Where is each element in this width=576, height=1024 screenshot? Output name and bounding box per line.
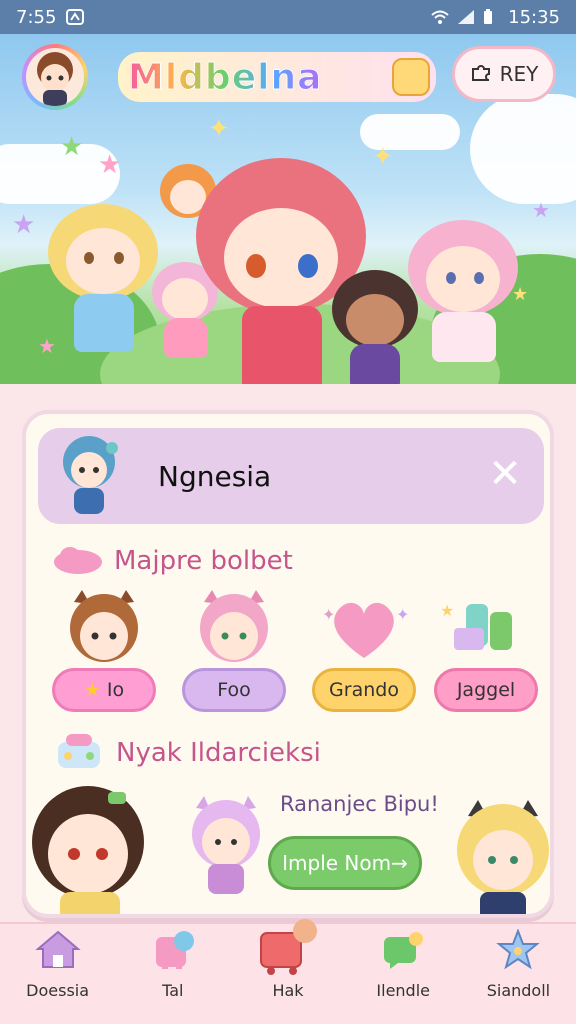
- nav-label: Ilendle: [376, 981, 430, 1000]
- category-label: Grando: [329, 679, 399, 701]
- search-avatar: [54, 434, 124, 518]
- brown-cat-character: [54, 590, 154, 664]
- star-decoration: ★: [532, 198, 550, 222]
- svg-text:✦: ✦: [322, 605, 335, 624]
- wifi-icon: [430, 9, 449, 25]
- character-brown-hair: [26, 780, 166, 914]
- status-bar: 7:55 15:35: [0, 0, 576, 34]
- rey-button-label: REY: [499, 62, 539, 86]
- nav-label: Doessia: [26, 981, 90, 1000]
- star-decoration: ★: [60, 132, 84, 162]
- star-decoration: ★: [12, 210, 36, 240]
- app-logo: Mldbelna: [118, 52, 436, 102]
- star-decoration: ✦: [372, 142, 394, 172]
- nav-label: Siandoll: [486, 981, 551, 1000]
- star-decoration: ★: [98, 150, 122, 180]
- chat-icon: [380, 929, 426, 971]
- signal-icon: [456, 9, 475, 25]
- promo-text: Rananjec Bipu!: [280, 792, 439, 816]
- pet-icon: [150, 929, 196, 971]
- category-item[interactable]: ★ Jaggel: [430, 590, 542, 712]
- cloud-icon: [52, 544, 104, 580]
- category-pill[interactable]: ★ Io: [52, 668, 156, 712]
- character-blonde-cat: [448, 798, 550, 914]
- badge-icon: [392, 58, 430, 96]
- profile-avatar[interactable]: [22, 44, 88, 110]
- cta-button[interactable]: Imple Nom→: [268, 836, 422, 890]
- category-item[interactable]: ★ Io: [48, 590, 160, 712]
- category-item[interactable]: ✦ ✦ Grando: [308, 590, 420, 712]
- character-dark: [332, 270, 418, 384]
- category-item[interactable]: Foo: [178, 590, 290, 712]
- category-label: Io: [106, 679, 125, 701]
- category-pill[interactable]: Jaggel: [434, 668, 538, 712]
- character-purple-hair: [186, 794, 266, 898]
- nav-item-home[interactable]: Doessia: [0, 924, 115, 1024]
- svg-text:✦: ✦: [396, 605, 409, 624]
- app-logo-text: Mldbelna: [127, 56, 323, 98]
- nav-label: Tal: [162, 981, 184, 1000]
- content-panel: ✕ Majpre bolbet ★ Io Foo ✦✦ Grando ★: [22, 410, 554, 918]
- section-title: Nyak Ildarcieksi: [116, 738, 321, 768]
- star-decoration: ✦: [208, 114, 230, 144]
- home-icon: [34, 929, 81, 971]
- status-time-left: 7:55: [16, 6, 57, 28]
- svg-text:★: ★: [440, 601, 454, 620]
- character-blonde: [48, 204, 158, 364]
- nav-item-star[interactable]: Siandoll: [461, 924, 576, 1024]
- pink-cat-character: [184, 590, 284, 664]
- bottom-nav: Doessia Tal Hak Ilendle Siandoll: [0, 919, 576, 1024]
- nav-item-cart[interactable]: Hak: [230, 919, 345, 1024]
- character-flower: [408, 220, 518, 370]
- star-icon: [495, 928, 541, 971]
- section-title: Majpre bolbet: [114, 546, 293, 576]
- nav-item-chat[interactable]: Ilendle: [346, 924, 461, 1024]
- category-label: Foo: [217, 679, 251, 701]
- cloud: [470, 94, 576, 204]
- nav-label: Hak: [272, 981, 304, 1000]
- heart-icon: ✦ ✦: [314, 590, 414, 664]
- screenshot-icon: [66, 9, 85, 25]
- bottles-icon: ★: [436, 590, 536, 664]
- search-bar: ✕: [38, 428, 544, 524]
- battery-icon: [482, 9, 500, 25]
- category-pill[interactable]: Grando: [312, 668, 416, 712]
- rey-button[interactable]: REY: [452, 46, 556, 102]
- cart-icon: [253, 915, 323, 977]
- category-label: Jaggel: [456, 679, 516, 701]
- toy-icon: [52, 728, 106, 776]
- nav-item-pet[interactable]: Tal: [115, 924, 230, 1024]
- puzzle-icon: [470, 61, 492, 88]
- category-pill[interactable]: Foo: [182, 668, 286, 712]
- star-icon: ★: [83, 679, 101, 701]
- close-icon[interactable]: ✕: [484, 454, 526, 496]
- status-time-right: 15:35: [508, 6, 560, 28]
- search-input[interactable]: [158, 454, 458, 498]
